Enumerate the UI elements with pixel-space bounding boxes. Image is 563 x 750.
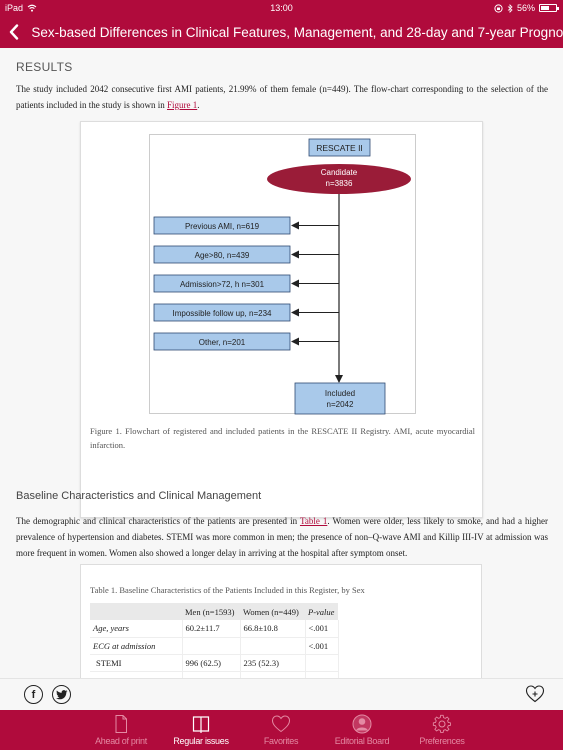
table-cell: <.001 (305, 637, 339, 655)
table-cell: Age, years (90, 620, 183, 638)
flowchart: RESCATE II Candidate n=3836 Previous AMI… (153, 138, 411, 415)
battery-level (541, 6, 549, 10)
table-cell (182, 671, 241, 678)
tab-label: Regular issues (173, 736, 229, 746)
add-favorite-button[interactable] (525, 684, 545, 704)
results-paragraph: The study included 2042 consecutive firs… (16, 81, 548, 113)
tab-regular-issues[interactable]: Regular issues (161, 710, 241, 750)
flowchart-frame: RESCATE II Candidate n=3836 Previous AMI… (149, 134, 416, 415)
paragraph-text: The demographic and clinical characteris… (16, 516, 300, 526)
table-row: Age, years 60.2±11.7 66.8±10.8 <.001 (90, 620, 339, 638)
baseline-heading: Baseline Characteristics and Clinical Ma… (16, 490, 262, 502)
figure-1-link[interactable]: Figure 1 (167, 100, 197, 110)
table-cell (240, 637, 306, 655)
rescate-label: RESCATE II (316, 143, 363, 153)
table-card[interactable]: Table 1. Baseline Characteristics of the… (80, 564, 482, 678)
book-icon (192, 716, 210, 733)
table-1-link[interactable]: Table 1 (300, 516, 327, 526)
figure-card[interactable]: RESCATE II Candidate n=3836 Previous AMI… (80, 121, 483, 518)
facebook-share-button[interactable]: f (24, 685, 43, 704)
tab-label: Editorial Board (334, 736, 390, 746)
share-bar: f (0, 678, 563, 710)
tab-label: Preferences (419, 736, 465, 746)
back-button[interactable] (0, 17, 27, 47)
table-header: Men (n=1593) (182, 603, 240, 620)
included-label: Included (325, 389, 355, 398)
gear-icon (432, 714, 451, 733)
twitter-icon (55, 689, 67, 699)
table-header: Women (n=449) (240, 603, 305, 620)
candidate-label: Candidate (321, 168, 358, 177)
table-row (90, 671, 339, 678)
exclusion-label: Other, n=201 (199, 338, 246, 347)
chevron-left-icon (9, 24, 18, 40)
table-cell (182, 637, 241, 655)
battery-icon (539, 4, 559, 12)
candidate-count: n=3836 (326, 179, 353, 188)
table-header (90, 603, 182, 620)
table-header-row: Men (n=1593) Women (n=449) P-value (90, 603, 338, 620)
table-title: Table 1. Baseline Characteristics of the… (90, 585, 365, 595)
baseline-table: Men (n=1593) Women (n=449) P-value Age, … (90, 603, 339, 678)
battery-percent: 56% (516, 3, 535, 13)
document-icon (115, 715, 127, 733)
exclusion-label: Impossible follow up, n=234 (173, 309, 273, 318)
table-row: ECG at admission <.001 (90, 637, 339, 655)
tab-ahead-of-print[interactable]: Ahead of print (81, 710, 161, 750)
table-cell: 996 (62.5) (182, 654, 241, 672)
clock: 13:00 (270, 3, 293, 13)
paragraph-text: The study included 2042 consecutive firs… (16, 84, 548, 110)
baseline-paragraph: The demographic and clinical characteris… (16, 513, 548, 561)
heart-icon (271, 715, 291, 733)
orientation-lock-icon (494, 3, 503, 13)
tab-preferences[interactable]: Preferences (402, 710, 482, 750)
tab-favorites[interactable]: Favorites (241, 710, 321, 750)
figure-caption: Figure 1. Flowchart of registered and in… (90, 426, 475, 450)
table-cell: <.001 (305, 620, 339, 638)
article-content[interactable]: RESULTS The study included 2042 consecut… (0, 48, 563, 678)
included-count: n=2042 (327, 400, 354, 409)
article-title: Sex-based Differences in Clinical Featur… (31, 24, 563, 40)
exclusion-label: Previous AMI, n=619 (185, 222, 260, 231)
table-row: STEMI 996 (62.5) 235 (52.3) (90, 654, 339, 672)
table-cell: ECG at admission (90, 637, 183, 655)
table-cell: STEMI (90, 654, 183, 672)
table-cell (305, 654, 339, 672)
tab-editorial-board[interactable]: Editorial Board (322, 710, 402, 750)
tab-bar: Ahead of print Regular issues Favorites … (0, 710, 563, 750)
table-header: P-value (305, 603, 338, 620)
status-bar: iPad 13:00 56% (0, 0, 563, 16)
results-heading: RESULTS (16, 60, 73, 74)
table-cell (240, 671, 306, 678)
heart-plus-icon (525, 685, 545, 703)
table-cell: 66.8±10.8 (240, 620, 306, 638)
bluetooth-icon (507, 3, 513, 13)
table-cell (90, 671, 183, 678)
top-bar: iPad 13:00 56% Sex-based Differences in … (0, 0, 563, 48)
exclusion-label: Age>80, n=439 (195, 251, 250, 260)
user-icon (352, 714, 372, 734)
facebook-icon: f (31, 688, 36, 701)
paragraph-text: . (197, 100, 200, 110)
exclusion-label: Admission>72, h n=301 (180, 280, 265, 289)
tab-label: Favorites (263, 736, 299, 746)
table-cell: 60.2±11.7 (182, 620, 241, 638)
twitter-share-button[interactable] (52, 685, 71, 704)
table-cell (305, 671, 339, 678)
included-box (294, 382, 386, 415)
table-cell: 235 (52.3) (240, 654, 306, 672)
tab-label: Ahead of print (95, 736, 147, 746)
